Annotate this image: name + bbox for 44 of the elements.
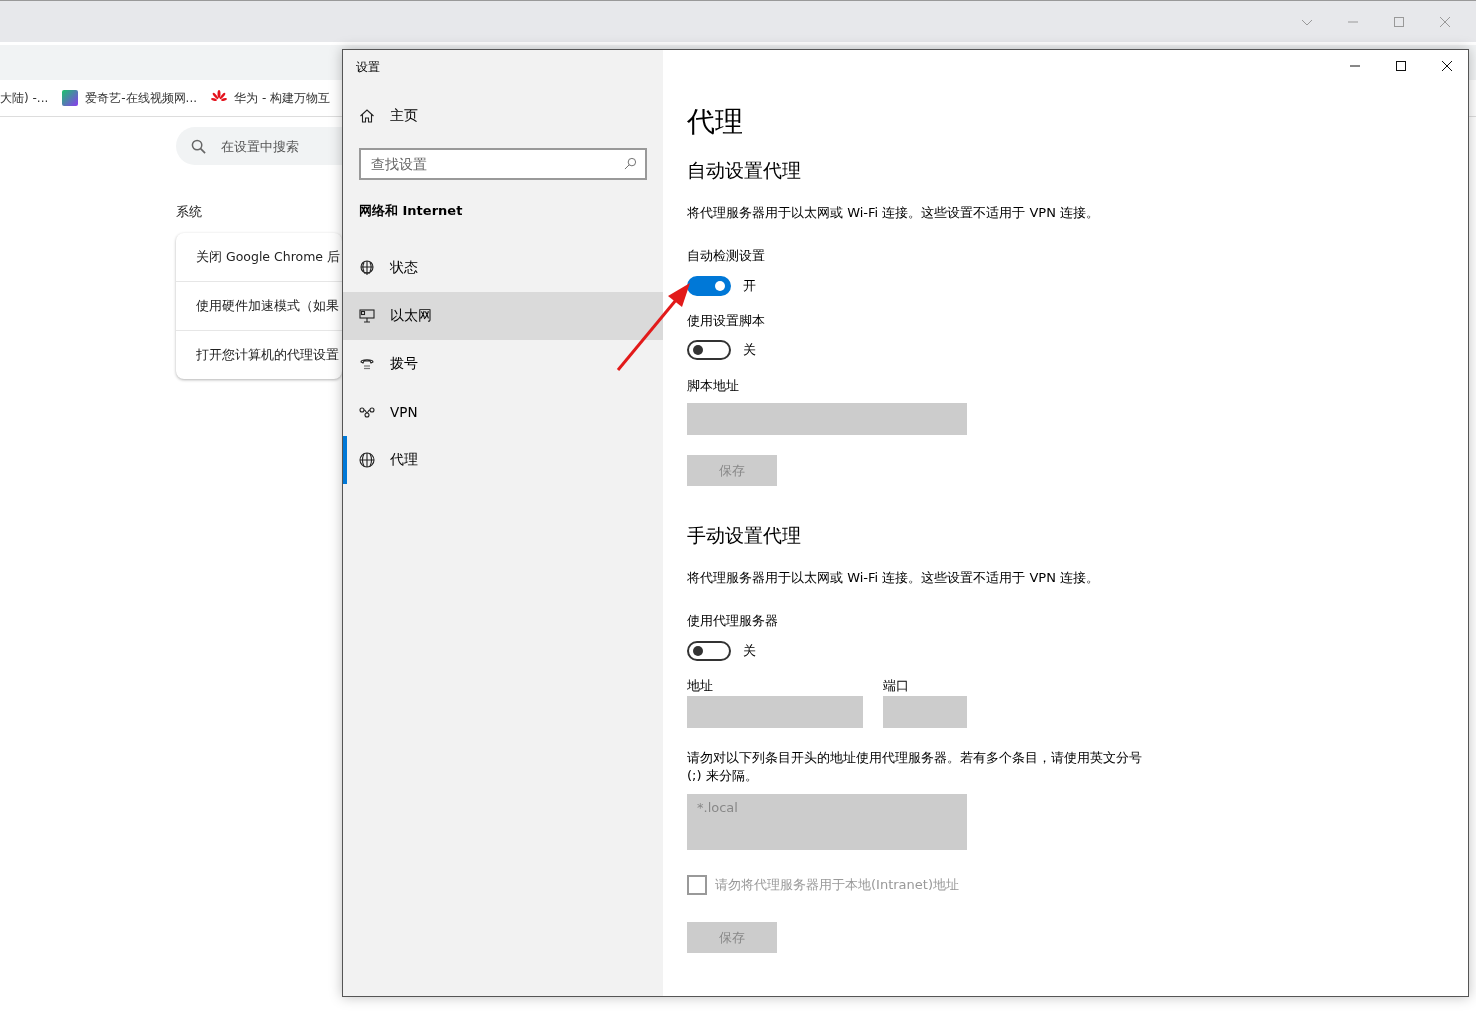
- setting-label: 使用代理服务器: [687, 612, 779, 630]
- field-label: 端口: [883, 677, 910, 695]
- home-icon: [359, 108, 375, 124]
- setting-label: 使用设置脚本: [687, 312, 766, 330]
- link-icon: [359, 404, 375, 420]
- exceptions-description: 请勿对以下列条目开头的地址使用代理服务器。若有多个条目，请使用英文分号 (;) 来分隔。: [687, 749, 1143, 785]
- toggle-switch[interactable]: [687, 276, 731, 296]
- section-description: 将代理服务器用于以太网或 Wi-Fi 连接。这些设置不适用于 VPN 连接。: [687, 204, 1100, 222]
- bookmark-link[interactable]: 爱奇艺-在线视频网...: [62, 89, 198, 107]
- field-label: 地址: [687, 677, 714, 695]
- nav-item[interactable]: VPN: [343, 388, 663, 436]
- phone-icon: [359, 356, 375, 372]
- settings-row[interactable]: 关闭 Google Chrome 后: [176, 233, 342, 281]
- search-icon: [191, 139, 206, 154]
- nav-item[interactable]: 拨号: [343, 340, 663, 388]
- nav-item[interactable]: 代理: [343, 436, 663, 484]
- search-icon: [624, 157, 637, 170]
- section-title: 系统: [176, 203, 202, 221]
- maximize-icon[interactable]: [1395, 60, 1407, 72]
- nav-item[interactable]: 状态: [343, 244, 663, 292]
- toggle-state-label: 关: [743, 642, 756, 660]
- nav-item[interactable]: 以太网: [343, 292, 663, 340]
- page-title: 代理: [687, 104, 744, 140]
- globe-monitor-icon: [359, 260, 375, 276]
- toggle-switch[interactable]: [687, 340, 731, 360]
- toggle-state-label: 关: [743, 341, 756, 359]
- window-title: 设置: [355, 59, 381, 76]
- bookmark-link[interactable]: 华为 - 构建万物互: [211, 89, 331, 107]
- home-link[interactable]: 主页: [343, 104, 663, 128]
- toggle-switch[interactable]: [687, 641, 731, 661]
- globe-icon: [359, 452, 375, 468]
- bookmark-link[interactable]: 大陆) -...: [0, 89, 49, 107]
- setting-label: 自动检测设置: [687, 247, 766, 265]
- search-field[interactable]: 查找设置: [359, 148, 647, 180]
- square-logo-icon: [62, 90, 79, 106]
- monitor-icon: [359, 308, 375, 324]
- close-icon[interactable]: [1441, 60, 1453, 72]
- section-description: 将代理服务器用于以太网或 Wi-Fi 连接。这些设置不适用于 VPN 连接。: [687, 569, 1100, 587]
- section-heading: 自动设置代理: [687, 158, 802, 183]
- section-heading: 手动设置代理: [687, 523, 802, 548]
- search-field[interactable]: 在设置中搜索: [176, 127, 342, 165]
- field-label: 脚本地址: [687, 377, 740, 395]
- toggle-state-label: 开: [743, 277, 756, 295]
- category-heading: 网络和 Internet: [358, 202, 464, 220]
